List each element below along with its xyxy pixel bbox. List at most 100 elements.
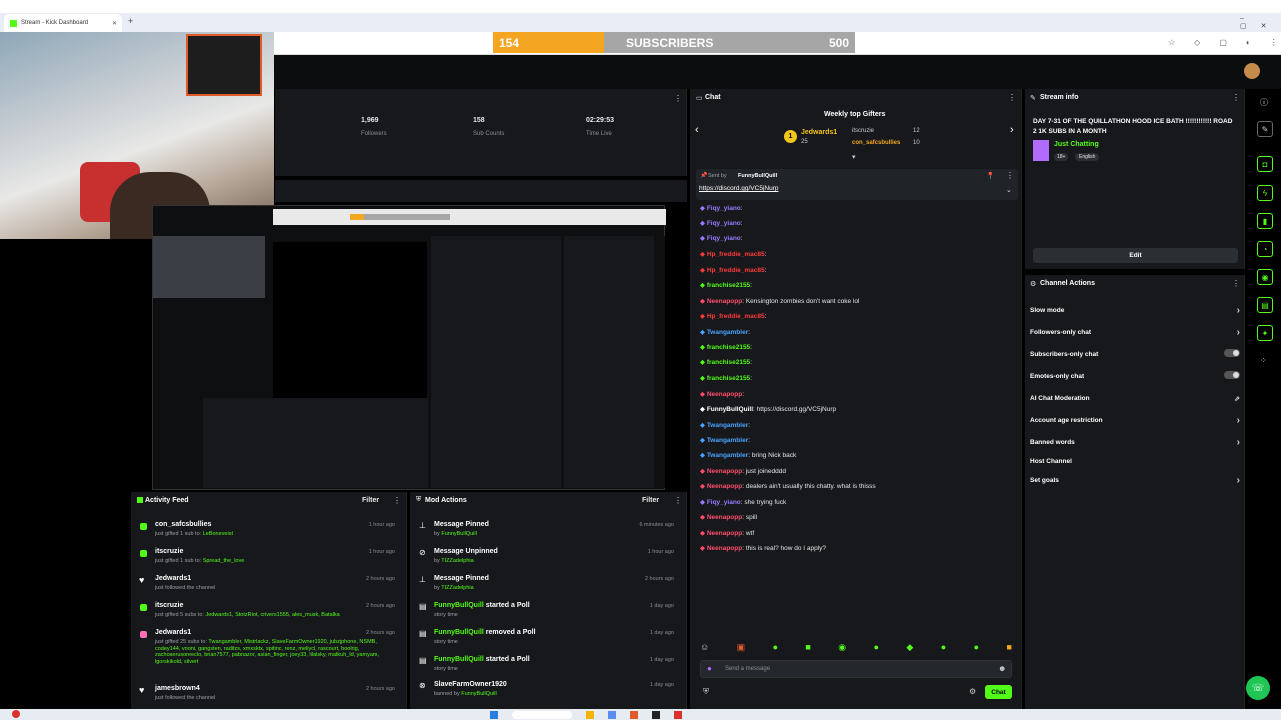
pinned-user[interactable]: FunnyBullQuill bbox=[738, 173, 777, 179]
gift-icon bbox=[140, 523, 147, 530]
chat-text: : bbox=[748, 422, 751, 429]
setting-followers-only[interactable]: Followers-only chat › bbox=[1030, 327, 1240, 338]
mod-actions-menu-icon[interactable]: ⋮ bbox=[674, 496, 682, 505]
chat-username[interactable]: Neenapopp bbox=[707, 530, 742, 537]
camera-icon[interactable]: ◘ bbox=[1257, 156, 1273, 172]
chat-menu-icon[interactable]: ⋮ bbox=[1008, 93, 1016, 102]
mod-actions-filter[interactable]: Filter bbox=[642, 497, 659, 504]
setting-host-channel[interactable]: Host Channel bbox=[1030, 458, 1240, 465]
window-controls[interactable]: –▢✕ bbox=[1240, 15, 1281, 30]
stat-time-live-value: 02:29:53 bbox=[586, 117, 615, 124]
chevron-down-icon[interactable]: ▾ bbox=[852, 153, 856, 161]
activity-desc: just gifted 1 sub to: LeBoneveist bbox=[155, 531, 233, 537]
activity-user[interactable]: itscruzie bbox=[155, 602, 183, 609]
gifter-name[interactable]: itscruzie bbox=[852, 128, 874, 134]
activity-user[interactable]: Jedwards1 bbox=[155, 575, 191, 582]
chat-username[interactable]: Fiqy_yiano bbox=[707, 220, 741, 227]
chat-username[interactable]: Fiqy_yiano bbox=[707, 235, 741, 242]
user-avatar[interactable] bbox=[1244, 63, 1260, 79]
lightning-icon[interactable]: ϟ bbox=[1257, 185, 1273, 201]
user-badge-icon: ◆ bbox=[700, 329, 707, 336]
activity-user[interactable]: con_safcsbullies bbox=[155, 521, 211, 528]
chat-username[interactable]: Twangambler bbox=[707, 437, 748, 444]
pinned-link[interactable]: https://discord.gg/VC5jNurp bbox=[699, 185, 778, 192]
chevron-down-icon[interactable]: ⌄ bbox=[1006, 186, 1012, 194]
chat-username[interactable]: Hp_freddie_mac85 bbox=[707, 267, 765, 274]
app-icon bbox=[674, 711, 682, 719]
chat-username[interactable]: FunnyBullQuill bbox=[707, 406, 753, 413]
setting-ai-moderation[interactable]: AI Chat Moderation ⇗ bbox=[1030, 395, 1240, 403]
activity-desc: just gifted 5 subs to: Jedwards1, StotzR… bbox=[155, 612, 340, 618]
chat-username[interactable]: Fiqy_yiano bbox=[707, 499, 741, 506]
chat-username[interactable]: Neenapopp bbox=[707, 483, 742, 490]
toggle-switch[interactable] bbox=[1224, 349, 1240, 357]
chat-username[interactable]: Neenapopp bbox=[707, 391, 742, 398]
info-icon[interactable]: ⓘ bbox=[1260, 97, 1268, 108]
pencil-icon[interactable]: ✎ bbox=[1257, 121, 1273, 137]
gifters-next-icon[interactable]: › bbox=[1010, 124, 1014, 136]
emoji-icon[interactable]: ☻ bbox=[998, 664, 1006, 673]
send-chat-button[interactable]: Chat bbox=[985, 685, 1012, 699]
unpin-icon[interactable]: 📍 bbox=[986, 172, 995, 180]
gifter-name[interactable]: con_safcsbullies bbox=[852, 140, 900, 146]
emote-bar[interactable]: ☺ ▣ ● ■ ◉ ● ◆ ● ● ■ bbox=[700, 642, 1012, 656]
gifters-prev-icon[interactable]: ‹ bbox=[695, 124, 699, 136]
chat-username[interactable]: Twangambler bbox=[707, 422, 748, 429]
chat-username[interactable]: Fiqy_yiano bbox=[707, 205, 741, 212]
activity-user[interactable]: Jedwards1 bbox=[155, 629, 191, 636]
chat-text: : bbox=[750, 344, 752, 351]
chat-username[interactable]: Hp_freddie_mac85 bbox=[707, 313, 765, 320]
setting-slow-mode[interactable]: Slow mode › bbox=[1030, 305, 1240, 316]
stats-menu-icon[interactable]: ⋮ bbox=[674, 94, 682, 103]
chat-username[interactable]: Neenapopp bbox=[707, 298, 742, 305]
user-badge-icon: ◆ bbox=[700, 251, 707, 258]
chat-username[interactable]: franchise2155 bbox=[707, 344, 750, 351]
activity-user[interactable]: jamesbrown4 bbox=[155, 685, 200, 692]
notification-icon[interactable] bbox=[12, 710, 20, 718]
chat-message: ◆ Neenapopp: bbox=[700, 390, 744, 398]
broadcast-icon[interactable]: ◉ bbox=[1257, 269, 1273, 285]
activity-user[interactable]: itscruzie bbox=[155, 548, 183, 555]
toggle-switch[interactable] bbox=[1224, 371, 1240, 379]
pinned-menu-icon[interactable]: ⋮ bbox=[1006, 171, 1014, 180]
chat-text: : bbox=[748, 437, 751, 444]
gifter-name[interactable]: Jedwards1 bbox=[801, 129, 837, 136]
stream-info-menu-icon[interactable]: ⋮ bbox=[1232, 93, 1240, 102]
chat-username[interactable]: Hp_freddie_mac85 bbox=[707, 251, 765, 258]
chat-username[interactable]: Neenapopp bbox=[707, 514, 742, 521]
close-tab-icon[interactable]: ✕ bbox=[112, 20, 117, 27]
setting-emotes-only[interactable]: Emotes-only chat bbox=[1030, 371, 1240, 380]
chat-bubble-icon[interactable]: ◔ bbox=[1257, 241, 1273, 257]
edit-stream-button[interactable]: Edit bbox=[1033, 248, 1238, 263]
chat-username[interactable]: Twangambler bbox=[707, 452, 748, 459]
chat-input[interactable]: ● Send a message ☻ bbox=[700, 660, 1012, 678]
browser-toolbar-icons[interactable]: ☆◇▢◐⋮ bbox=[1168, 38, 1281, 47]
setting-subscribers-only[interactable]: Subscribers-only chat bbox=[1030, 349, 1240, 358]
chat-username[interactable]: Neenapopp bbox=[707, 468, 742, 475]
activity-feed-filter[interactable]: Filter bbox=[362, 497, 379, 504]
chat-username[interactable]: Neenapopp bbox=[707, 545, 742, 552]
wrench-icon[interactable]: ✦ bbox=[1257, 325, 1273, 341]
chat-username[interactable]: franchise2155 bbox=[707, 282, 750, 289]
chat-username[interactable]: franchise2155 bbox=[707, 375, 750, 382]
channel-actions-menu-icon[interactable]: ⋮ bbox=[1232, 279, 1240, 288]
help-button[interactable]: ☏ bbox=[1246, 676, 1270, 700]
taskbar-apps[interactable] bbox=[490, 711, 790, 719]
chat-text: : bbox=[750, 359, 752, 366]
chat-username[interactable]: Twangambler bbox=[707, 329, 748, 336]
category-name[interactable]: Just Chatting bbox=[1054, 141, 1099, 148]
activity-feed-menu-icon[interactable]: ⋮ bbox=[393, 496, 401, 505]
user-badge-icon: ◆ bbox=[700, 391, 707, 398]
new-tab-button[interactable]: + bbox=[128, 16, 133, 26]
shield-icon: ⛨ bbox=[416, 496, 422, 503]
chat-username[interactable]: franchise2155 bbox=[707, 359, 750, 366]
setting-account-age[interactable]: Account age restriction › bbox=[1030, 415, 1240, 426]
chat-mod-icon[interactable]: ⛨ bbox=[703, 687, 709, 697]
browser-tab[interactable]: Stream - Kick Dashboard ✕ bbox=[4, 14, 122, 32]
gear-icon[interactable]: ⚙ bbox=[969, 687, 976, 696]
layout-icon[interactable]: ▤ bbox=[1257, 297, 1273, 313]
card-icon[interactable]: ▮ bbox=[1257, 213, 1273, 229]
apps-icon[interactable]: ⁘ bbox=[1260, 356, 1267, 365]
setting-banned-words[interactable]: Banned words › bbox=[1030, 437, 1240, 448]
setting-set-goals[interactable]: Set goals › bbox=[1030, 475, 1240, 486]
